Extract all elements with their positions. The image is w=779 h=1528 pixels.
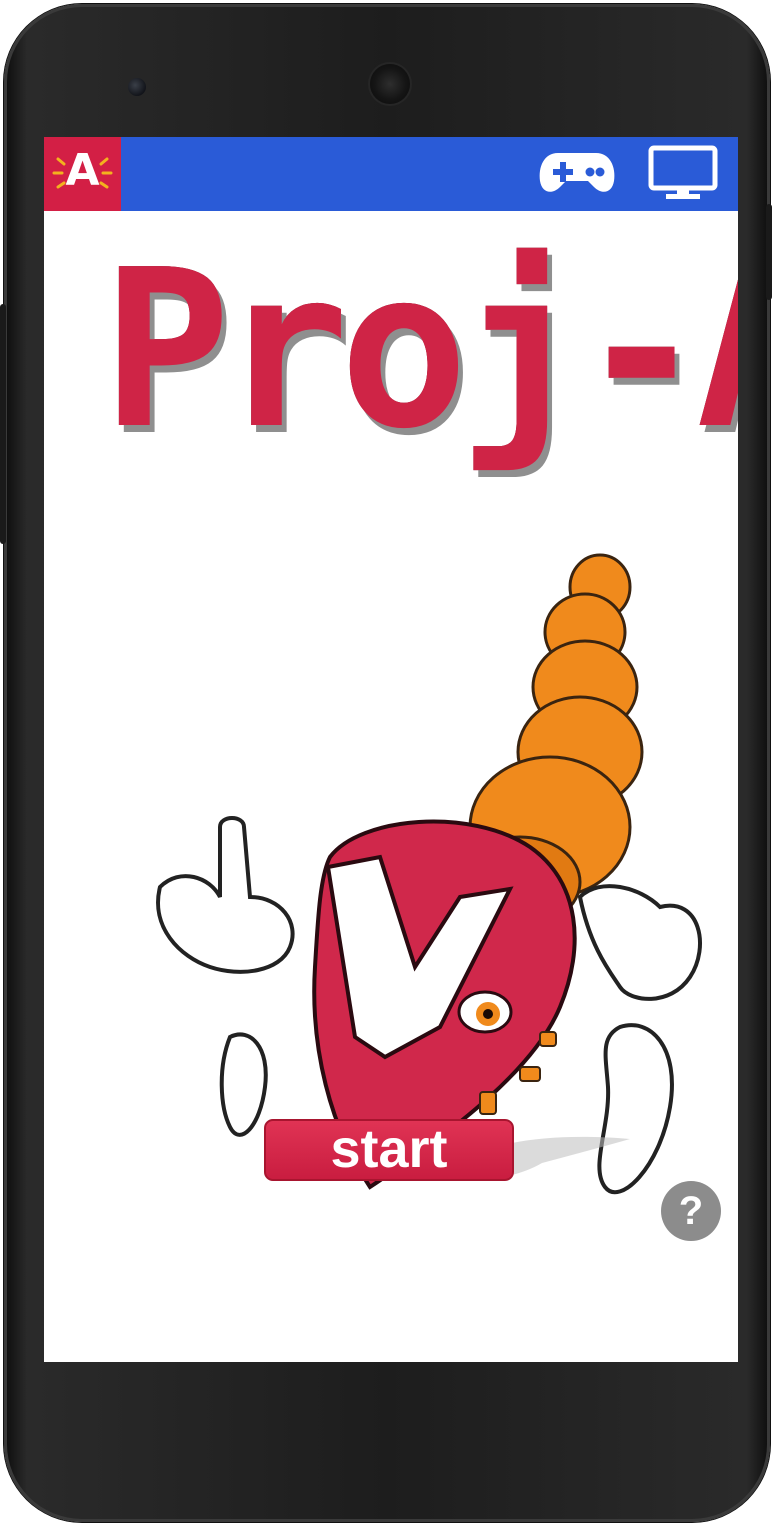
top-bar: A: [44, 137, 738, 211]
screen-cast-button[interactable]: [648, 145, 718, 201]
phone-frame: A Proj-A: [0, 4, 772, 1522]
earpiece-speaker: [370, 64, 410, 104]
front-camera: [128, 78, 146, 96]
mascot-illustration: [156, 553, 702, 1195]
brush-stroke-decoration: [512, 1136, 630, 1175]
monitor-icon: [648, 145, 718, 199]
help-button[interactable]: ?: [661, 1181, 721, 1241]
gamepad-button[interactable]: [538, 149, 616, 197]
start-button[interactable]: start: [264, 1119, 514, 1181]
logo-letter: A: [65, 145, 100, 196]
volume-button: [766, 204, 772, 300]
power-button: [0, 304, 6, 544]
app-screen: A Proj-A: [44, 137, 738, 1362]
gamepad-icon: [539, 153, 615, 192]
app-logo: A: [44, 137, 121, 211]
